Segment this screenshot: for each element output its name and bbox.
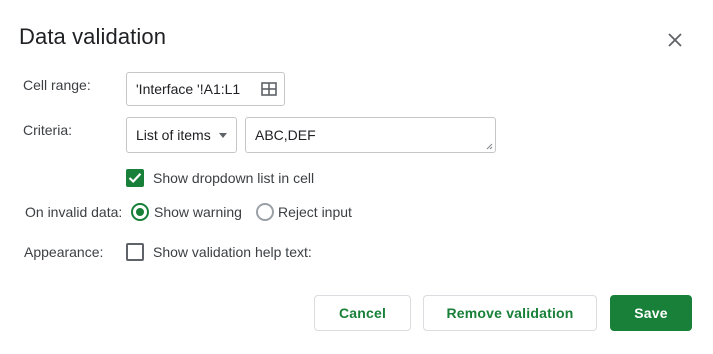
radio-dot bbox=[136, 208, 144, 216]
help-text-checkbox[interactable] bbox=[126, 243, 144, 261]
criteria-label: Criteria: bbox=[23, 122, 73, 138]
data-validation-dialog: Data validation Cell range: 'Interface '… bbox=[0, 0, 713, 354]
cancel-button[interactable]: Cancel bbox=[314, 295, 411, 331]
show-dropdown-label[interactable]: Show dropdown list in cell bbox=[153, 170, 314, 186]
help-text-label[interactable]: Show validation help text: bbox=[153, 244, 312, 260]
criteria-selected-value: List of items bbox=[136, 127, 211, 143]
list-items-value: ABC,DEF bbox=[255, 127, 316, 143]
cell-range-label: Cell range: bbox=[23, 77, 91, 93]
reject-input-radio[interactable] bbox=[256, 203, 274, 221]
resize-handle-icon[interactable] bbox=[486, 143, 493, 150]
grid-select-icon[interactable] bbox=[254, 74, 284, 104]
chevron-down-icon bbox=[219, 132, 227, 138]
show-dropdown-checkbox[interactable] bbox=[126, 169, 144, 187]
criteria-dropdown[interactable]: List of items bbox=[126, 117, 237, 153]
close-icon bbox=[668, 33, 682, 47]
show-warning-radio[interactable] bbox=[131, 203, 149, 221]
save-button[interactable]: Save bbox=[610, 295, 692, 331]
checkmark-icon bbox=[128, 173, 142, 184]
show-warning-label[interactable]: Show warning bbox=[154, 204, 242, 220]
appearance-label: Appearance: bbox=[24, 244, 104, 260]
cell-range-field[interactable]: 'Interface '!A1:L1 bbox=[126, 72, 285, 106]
list-items-input[interactable]: ABC,DEF bbox=[245, 117, 496, 153]
invalid-data-label: On invalid data: bbox=[25, 204, 123, 220]
remove-validation-button[interactable]: Remove validation bbox=[423, 295, 597, 331]
reject-input-label[interactable]: Reject input bbox=[278, 204, 352, 220]
close-button[interactable] bbox=[662, 27, 688, 53]
cell-range-value[interactable]: 'Interface '!A1:L1 bbox=[136, 81, 254, 97]
dialog-title: Data validation bbox=[19, 24, 167, 49]
